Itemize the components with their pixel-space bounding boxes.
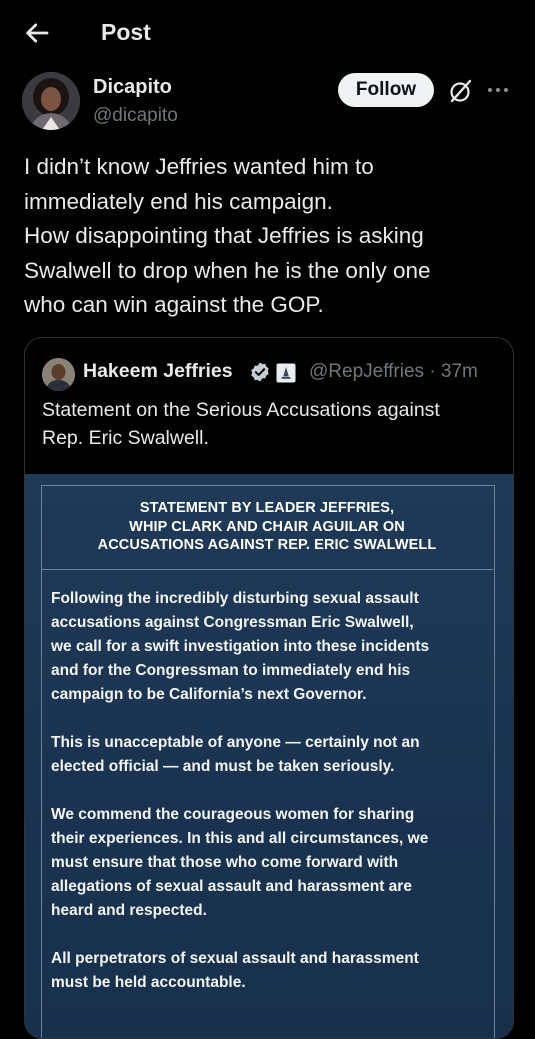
quoted-text-line: Rep. Eric Swalwell. bbox=[42, 427, 209, 449]
statement-line: and for the Congressman to immediately e… bbox=[51, 662, 411, 679]
grok-icon[interactable] bbox=[448, 78, 474, 104]
quoted-author-name[interactable]: Hakeem Jeffries bbox=[83, 360, 233, 383]
quoted-post[interactable]: Hakeem Jeffries @RepJeffries · 37m State… bbox=[24, 337, 514, 1039]
statement-header: STATEMENT BY LEADER JEFFRIES, WHIP CLARK… bbox=[41, 485, 493, 570]
author-handle[interactable]: @dicapito bbox=[93, 105, 178, 127]
verified-badge-icon bbox=[251, 362, 269, 382]
avatar[interactable] bbox=[22, 72, 80, 130]
author-name[interactable]: Dicapito bbox=[93, 76, 172, 99]
follow-button[interactable]: Follow bbox=[338, 73, 434, 107]
statement-paragraph: Following the incredibly disturbing sexu… bbox=[51, 587, 491, 707]
statement-line: their experiences. In this and all circu… bbox=[51, 830, 429, 847]
statement-line: accusations against Congressman Eric Swa… bbox=[51, 614, 414, 631]
quoted-avatar[interactable] bbox=[42, 358, 75, 391]
page-title: Post bbox=[101, 19, 151, 45]
statement-line: All perpetrators of sexual assault and h… bbox=[51, 950, 419, 967]
quoted-text: Statement on the Serious Accusations aga… bbox=[42, 396, 502, 452]
statement-line: campaign to be California’s next Governo… bbox=[51, 686, 367, 703]
statement-paragraph: This is unacceptable of anyone — certain… bbox=[51, 731, 491, 779]
statement-paragraph: We commend the courageous women for shar… bbox=[51, 803, 491, 923]
statement-image[interactable]: STATEMENT BY LEADER JEFFRIES, WHIP CLARK… bbox=[25, 474, 513, 1038]
statement-line: must ensure that those who come forward … bbox=[51, 854, 399, 871]
statement-line: must be held accountable. bbox=[51, 974, 246, 991]
statement-heading-line: ACCUSATIONS AGAINST REP. ERIC SWALWELL bbox=[97, 537, 437, 553]
quoted-text-line: Statement on the Serious Accusations aga… bbox=[42, 399, 440, 421]
statement-paragraph: All perpetrators of sexual assault and h… bbox=[51, 947, 491, 995]
post-line: Swalwell to drop when he is the only one bbox=[24, 257, 431, 283]
statement-line: allegations of sexual assault and harass… bbox=[51, 878, 412, 895]
statement-line: heard and respected. bbox=[51, 902, 207, 919]
post-text: I didn’t know Jeffries wanted him to imm… bbox=[24, 150, 519, 323]
statement-heading-line: STATEMENT BY LEADER JEFFRIES, bbox=[139, 500, 395, 516]
government-badge-icon bbox=[276, 363, 296, 383]
back-arrow-icon[interactable] bbox=[22, 18, 52, 48]
statement-body: Following the incredibly disturbing sexu… bbox=[51, 587, 491, 1019]
statement-heading: STATEMENT BY LEADER JEFFRIES, WHIP CLARK… bbox=[41, 499, 493, 555]
quoted-handle-time: @RepJeffries · 37m bbox=[309, 361, 478, 382]
statement-line: Following the incredibly disturbing sexu… bbox=[51, 590, 419, 607]
statement-line: we call for a swift investigation into t… bbox=[51, 638, 430, 655]
statement-heading-line: WHIP CLARK AND CHAIR AGUILAR ON bbox=[129, 518, 405, 535]
post-line: How disappointing that Jeffries is askin… bbox=[24, 223, 424, 248]
post-line: who can win against the GOP. bbox=[24, 292, 324, 317]
statement-line: elected official — and must be taken ser… bbox=[51, 758, 395, 775]
more-options-icon[interactable] bbox=[487, 82, 509, 98]
statement-line: We commend the courageous women for shar… bbox=[51, 806, 415, 823]
statement-line: This is unacceptable of anyone — certain… bbox=[51, 734, 420, 751]
top-bar: Post bbox=[0, 0, 535, 70]
post-line: immediately end his campaign. bbox=[24, 188, 333, 214]
post-line: I didn’t know Jeffries wanted him to bbox=[24, 154, 374, 179]
